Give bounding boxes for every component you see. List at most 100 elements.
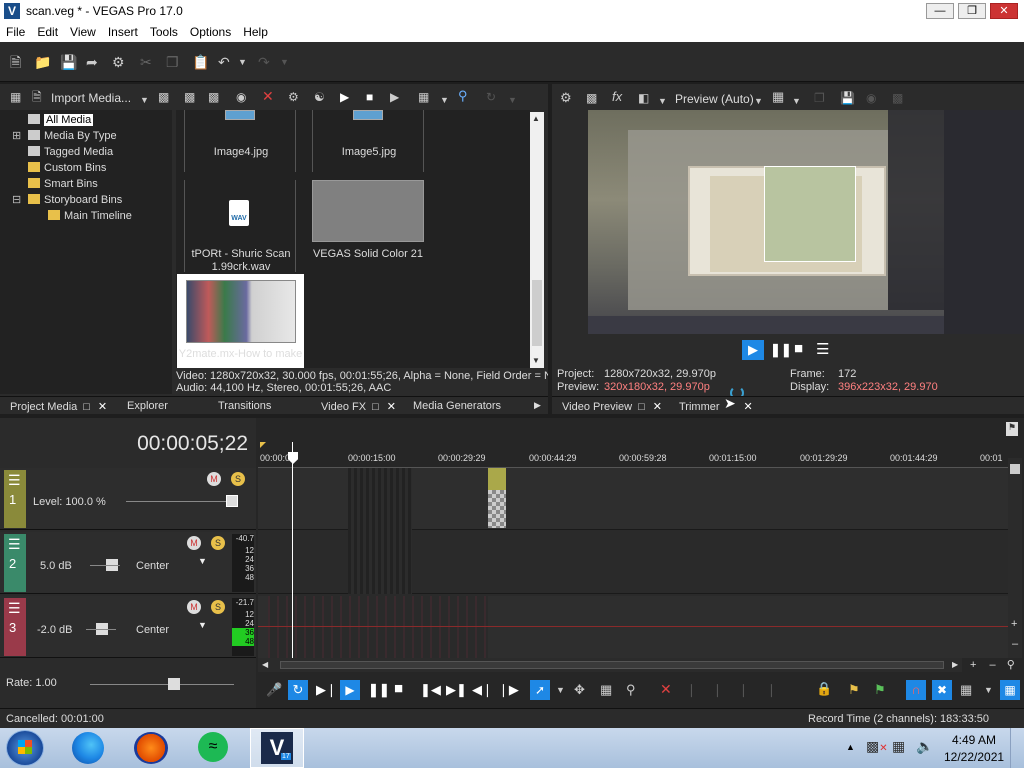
devices-icon[interactable]: ▦	[892, 738, 905, 755]
pan-indicator-icon[interactable]: ▼	[198, 620, 207, 630]
tab-video-fx[interactable]: Video FX □ ✕	[321, 400, 396, 413]
quality-dropdown-icon[interactable]: ▼	[754, 93, 763, 109]
level-slider-track[interactable]	[126, 501, 236, 502]
tree-item-tagged-media[interactable]: Tagged Media	[12, 144, 172, 160]
split-icon[interactable]: ❘	[766, 682, 777, 698]
tab-project-media[interactable]: Project Media □ ✕	[10, 400, 107, 413]
undock-icon[interactable]: □	[638, 401, 645, 413]
track-menu-icon[interactable]: ☰	[8, 472, 21, 489]
volume-slider-track[interactable]	[86, 629, 116, 630]
media-item-solid-color[interactable]: VEGAS Solid Color 21	[312, 180, 424, 272]
settings-gear-icon[interactable]: ⚙	[112, 54, 125, 70]
clock-date[interactable]: 12/22/2021	[944, 750, 1004, 764]
zoom-in-horizontal-icon[interactable]: +	[970, 659, 976, 671]
undo-dropdown-icon[interactable]: ▼	[238, 54, 247, 70]
search-media-icon[interactable]: ⚲	[458, 88, 468, 104]
color-icon[interactable]: ◉	[866, 90, 876, 106]
menu-tools[interactable]: Tools	[144, 22, 184, 39]
maximize-button[interactable]: ❐	[958, 3, 986, 19]
tab-transitions[interactable]: Transitions	[218, 400, 271, 412]
marker-icon[interactable]: ⚑	[848, 682, 860, 698]
track-menu-icon[interactable]: ☰	[8, 536, 21, 553]
import-dropdown-icon[interactable]: ▼	[140, 92, 149, 108]
import-media-button[interactable]: Import Media...	[51, 91, 131, 105]
close-tab-icon[interactable]: ✕	[98, 401, 107, 413]
volume-slider-track[interactable]	[90, 565, 120, 566]
cut-icon[interactable]: ✂	[140, 54, 152, 70]
timeline-vertical-scrollbar[interactable]: + –	[1008, 458, 1022, 658]
copy-snapshot-icon[interactable]: ❐	[814, 90, 825, 106]
undock-icon[interactable]: □	[83, 401, 90, 413]
scroll-down-icon[interactable]: ▼	[532, 356, 540, 365]
tab-trimmer[interactable]: Trimmer ✕	[679, 400, 753, 413]
media-properties-icon[interactable]: ⚙	[288, 89, 299, 105]
preview-quality-dropdown[interactable]: Preview (Auto)	[675, 92, 754, 106]
close-tab-icon[interactable]: ✕	[744, 401, 753, 413]
preview-device-icon[interactable]: ▩	[586, 90, 597, 106]
level-slider-handle[interactable]	[226, 495, 238, 507]
menu-options[interactable]: Options	[184, 22, 237, 39]
stop-media-icon[interactable]: ■	[366, 89, 373, 105]
paste-icon[interactable]: 📋	[192, 54, 209, 70]
show-hidden-icons[interactable]: ▲	[846, 742, 855, 752]
scroll-thumb[interactable]	[532, 280, 542, 346]
preview-play-button[interactable]: ▶	[742, 340, 764, 360]
show-desktop-button[interactable]	[1010, 728, 1024, 768]
edge-browser-icon[interactable]	[72, 732, 104, 764]
refresh-dropdown-icon[interactable]: ▼	[508, 92, 517, 108]
go-to-start-button[interactable]: ❚◀	[420, 682, 441, 698]
media-item-image4[interactable]: Image4.jpg	[184, 110, 296, 172]
remove-unused-icon[interactable]: ▩	[208, 89, 219, 105]
next-frame-button[interactable]: ❘▶	[498, 682, 519, 698]
tab-media-generators[interactable]: Media Generators	[413, 400, 501, 412]
auto-preview-icon[interactable]: ▶	[390, 89, 399, 105]
play-media-icon[interactable]: ▶	[340, 89, 349, 105]
scroll-left-icon[interactable]: ◀	[262, 660, 268, 669]
media-item-image5[interactable]: Image5.jpg	[312, 110, 424, 172]
views-icon[interactable]: ▦	[418, 89, 429, 105]
vegas-taskbar-button[interactable]: V 17	[250, 728, 304, 768]
solo-icon[interactable]: S	[211, 600, 225, 614]
timeline-horizontal-scrollbar[interactable]: ◀ ▶	[258, 658, 962, 672]
mute-icon[interactable]: M	[187, 536, 201, 550]
collapse-icon[interactable]: ⊟	[12, 192, 24, 208]
panel-menu-icon[interactable]: ▦	[10, 89, 21, 105]
preview-settings-icon[interactable]: ⚙	[560, 90, 572, 106]
snapping-button[interactable]: ∩	[906, 680, 926, 700]
menu-insert[interactable]: Insert	[102, 22, 144, 39]
mute-icon[interactable]: M	[207, 472, 221, 486]
redo-dropdown-icon[interactable]: ▼	[280, 54, 289, 70]
tree-item-storyboard-bins[interactable]: ⊟ Storyboard Bins	[12, 192, 172, 208]
pause-button[interactable]: ❚❚	[368, 682, 390, 698]
open-folder-icon[interactable]: 📁	[34, 54, 51, 70]
tree-item-smart-bins[interactable]: Smart Bins	[12, 176, 172, 192]
media-item-wav[interactable]: WAV tPORt - Shuric Scan 1.99crk.wav	[184, 180, 296, 273]
zoom-tool-icon[interactable]: ⚲	[626, 682, 636, 698]
tab-scroll-right-icon[interactable]: ▶	[534, 400, 541, 411]
scroll-right-icon[interactable]: ▶	[952, 660, 958, 669]
edit-tool-dropdown-icon[interactable]: ▼	[556, 685, 565, 695]
audacity-icon[interactable]	[134, 732, 168, 764]
minimize-button[interactable]: —	[926, 3, 954, 19]
redo-icon[interactable]: ↷	[258, 54, 270, 70]
menu-edit[interactable]: Edit	[31, 22, 64, 39]
refresh-icon[interactable]: ↻	[486, 89, 496, 105]
spotify-icon[interactable]: ≈	[198, 732, 228, 762]
timecode-display[interactable]: 00:00:05;22	[0, 432, 248, 456]
volume-icon[interactable]: 🔈	[916, 738, 933, 755]
rate-slider-handle[interactable]	[168, 678, 180, 690]
video-fx-icon[interactable]: fx	[612, 89, 622, 105]
split-dropdown-icon[interactable]: ▼	[658, 93, 667, 109]
go-to-end-button[interactable]: ▶❚	[446, 682, 467, 698]
video-clip-small[interactable]	[488, 468, 506, 528]
mute-icon[interactable]: M	[187, 600, 201, 614]
ripple-edit-icon[interactable]: ▦	[960, 682, 972, 698]
menu-view[interactable]: View	[64, 22, 102, 39]
auto-crossfade-button[interactable]: ✖	[932, 680, 952, 700]
ripple-dropdown-icon[interactable]: ▼	[984, 685, 993, 695]
media-fx-icon[interactable]: ◉	[236, 89, 246, 105]
split-screen-icon[interactable]: ◧	[638, 90, 649, 106]
undo-icon[interactable]: ↶	[218, 54, 230, 70]
video-clip-dark[interactable]	[348, 468, 412, 594]
zoom-magnify-icon[interactable]: ⚲	[1007, 659, 1015, 671]
